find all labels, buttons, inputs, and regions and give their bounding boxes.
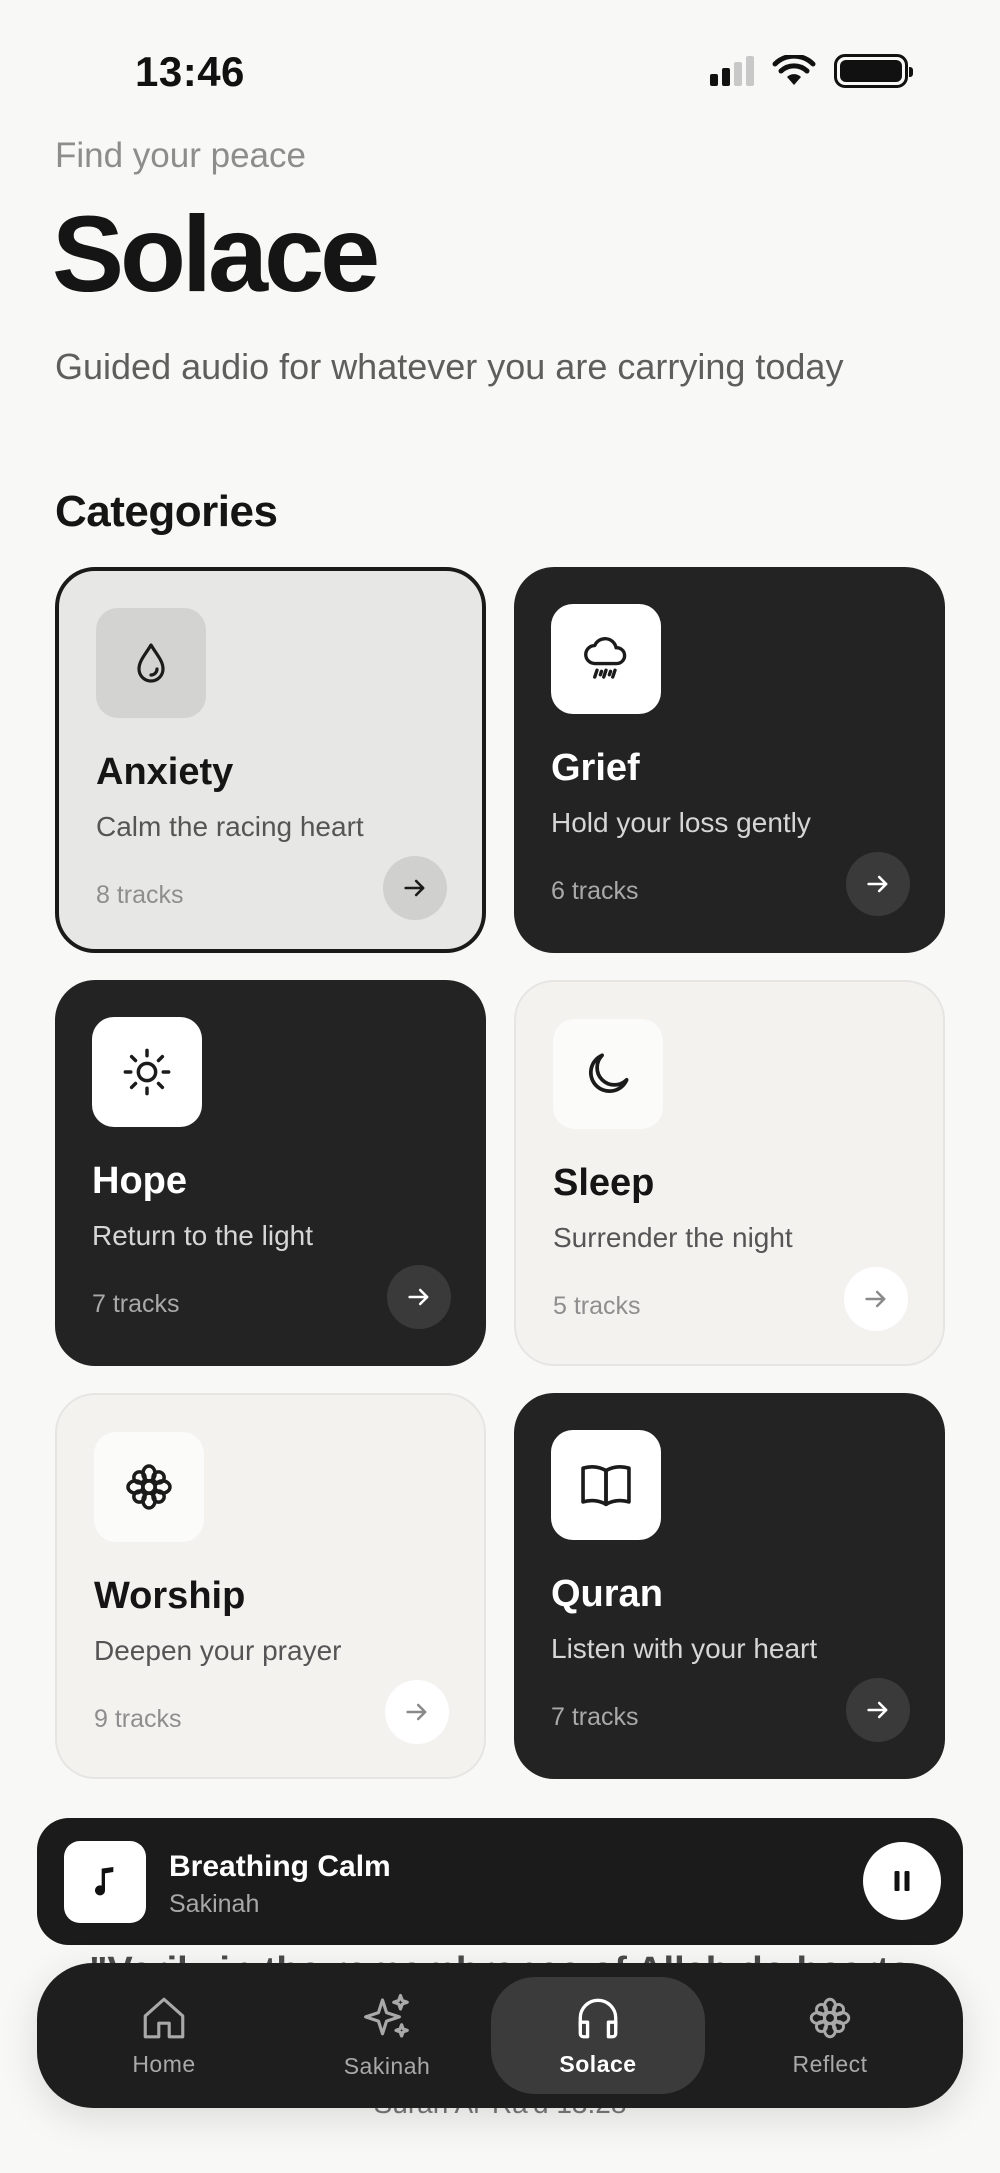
tab-label: Reflect <box>792 2051 868 2077</box>
now-playing-artwork <box>64 1841 146 1923</box>
card-description: Hold your loss gently <box>551 807 811 838</box>
sparkles-icon <box>364 1993 409 2038</box>
card-description: Calm the racing heart <box>96 811 364 842</box>
tab-sakinah[interactable]: Sakinah <box>280 1977 494 2094</box>
flower-icon <box>809 1997 851 2039</box>
now-playing-subtitle: Sakinah <box>169 1890 260 1918</box>
card-title: Sleep <box>553 1162 655 1204</box>
open-worship-button[interactable] <box>385 1680 449 1744</box>
book-icon <box>581 1464 631 1507</box>
open-hope-button[interactable] <box>387 1265 451 1329</box>
status-time: 13:46 <box>135 48 245 95</box>
card-title: Worship <box>94 1575 246 1617</box>
card-description: Deepen your prayer <box>94 1635 342 1666</box>
status-bar: 13:46 <box>0 0 1000 140</box>
card-track-count: 7 tracks <box>92 1290 180 1318</box>
headphones-icon <box>578 1998 618 2039</box>
card-title: Anxiety <box>96 751 234 793</box>
page-subtitle: Guided audio for whatever you are carryi… <box>55 346 844 387</box>
category-card-grief[interactable]: Grief Hold your loss gently 6 tracks <box>514 567 945 953</box>
flower-icon <box>126 1464 172 1510</box>
tab-home[interactable]: Home <box>57 1977 271 2094</box>
tab-label: Sakinah <box>343 2053 431 2079</box>
page-title: Solace <box>52 193 380 314</box>
arrow-right-icon <box>865 1290 886 1308</box>
cloud-rain-icon <box>584 637 627 679</box>
arrow-right-icon <box>867 1701 888 1719</box>
page-eyebrow: Find your peace <box>55 136 306 175</box>
status-icons <box>710 54 913 88</box>
open-quran-button[interactable] <box>846 1678 910 1742</box>
pause-icon <box>894 1871 910 1891</box>
open-sleep-button[interactable] <box>844 1267 908 1331</box>
now-playing-bar[interactable]: Breathing Calm Sakinah <box>37 1818 963 1945</box>
card-description: Listen with your heart <box>551 1633 818 1664</box>
card-description: Return to the light <box>92 1220 314 1251</box>
open-anxiety-button[interactable] <box>383 856 447 920</box>
category-card-quran[interactable]: Quran Listen with your heart 7 tracks <box>514 1393 945 1779</box>
pause-button[interactable] <box>863 1842 941 1920</box>
arrow-right-icon <box>406 1703 427 1721</box>
arrow-right-icon <box>408 1288 429 1306</box>
cellular-signal-icon <box>710 56 754 86</box>
music-note-icon <box>95 1867 114 1896</box>
card-track-count: 6 tracks <box>551 877 639 905</box>
sun-icon <box>123 1048 171 1096</box>
card-track-count: 9 tracks <box>94 1705 182 1733</box>
open-grief-button[interactable] <box>846 852 910 916</box>
tab-reflect[interactable]: Reflect <box>723 1977 937 2094</box>
card-track-count: 8 tracks <box>96 881 184 909</box>
moon-icon <box>588 1053 629 1094</box>
category-card-anxiety[interactable]: Anxiety Calm the racing heart 8 tracks <box>55 567 486 953</box>
category-card-sleep[interactable]: Sleep Surrender the night 5 tracks <box>514 980 945 1366</box>
home-icon <box>143 1997 185 2039</box>
categories-heading: Categories <box>55 487 278 536</box>
arrow-right-icon <box>867 875 888 893</box>
tab-label: Home <box>132 2051 196 2077</box>
tab-solace[interactable]: Solace <box>491 1977 705 2094</box>
category-card-hope[interactable]: Hope Return to the light 7 tracks <box>55 980 486 1366</box>
tab-label: Solace <box>559 2051 637 2077</box>
category-card-worship[interactable]: Worship Deepen your prayer 9 tracks <box>55 1393 486 1779</box>
card-track-count: 5 tracks <box>553 1292 641 1320</box>
battery-icon <box>834 54 913 88</box>
card-description: Surrender the night <box>553 1222 793 1253</box>
card-track-count: 7 tracks <box>551 1703 639 1731</box>
bottom-tab-bar: Home Sakinah Solace Reflect <box>37 1963 963 2108</box>
now-playing-title: Breathing Calm <box>169 1850 391 1883</box>
droplet-icon <box>137 643 165 683</box>
card-title: Grief <box>551 747 640 789</box>
wifi-icon <box>772 55 816 85</box>
card-title: Quran <box>551 1573 663 1615</box>
arrow-right-icon <box>404 879 425 897</box>
card-title: Hope <box>92 1160 187 1202</box>
